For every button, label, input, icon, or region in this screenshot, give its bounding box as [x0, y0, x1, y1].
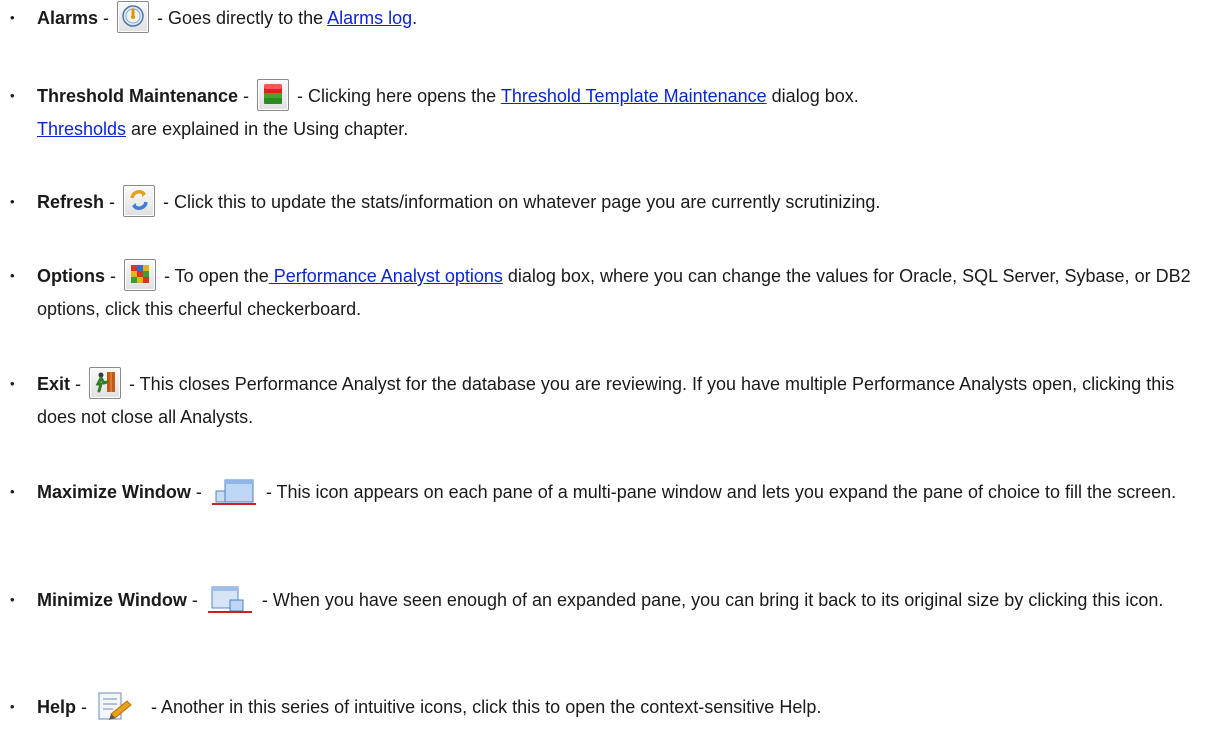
term-alarms: Alarms	[37, 8, 99, 28]
alarm-clock-icon	[117, 1, 150, 34]
bullet: •	[10, 592, 15, 607]
bullet: •	[10, 194, 15, 209]
thresholds-link[interactable]: Thresholds	[37, 119, 126, 139]
exit-door-icon	[89, 367, 122, 400]
minimize-window-icon	[206, 583, 254, 615]
checkerboard-icon	[124, 259, 156, 292]
bullet: •	[10, 376, 15, 391]
bullet: •	[10, 484, 15, 499]
bullet: •	[10, 268, 15, 283]
bullet: •	[10, 699, 15, 714]
bullet: •	[10, 10, 15, 25]
alarms-log-link[interactable]: Alarms log	[327, 8, 412, 28]
performance-analyst-options-link[interactable]: Performance Analyst options	[269, 266, 503, 286]
term-options: Options	[37, 266, 105, 286]
help-icon	[95, 690, 143, 722]
icon-reference-list: • Alarms - - Goes directly to the Alarms…	[0, 0, 1217, 740]
refresh-icon	[123, 185, 156, 218]
database-cylinder-icon	[257, 79, 290, 112]
term-exit: Exit	[37, 374, 71, 394]
term-minimize-window: Minimize Window	[37, 590, 187, 610]
bullet: •	[10, 88, 15, 103]
maximize-window-icon	[210, 475, 258, 507]
term-threshold-maintenance: Threshold Maintenance	[37, 86, 239, 106]
term-maximize-window: Maximize Window	[37, 482, 191, 502]
term-help: Help	[37, 697, 77, 717]
threshold-template-maintenance-link[interactable]: Threshold Template Maintenance	[501, 86, 767, 106]
term-refresh: Refresh	[37, 192, 105, 212]
